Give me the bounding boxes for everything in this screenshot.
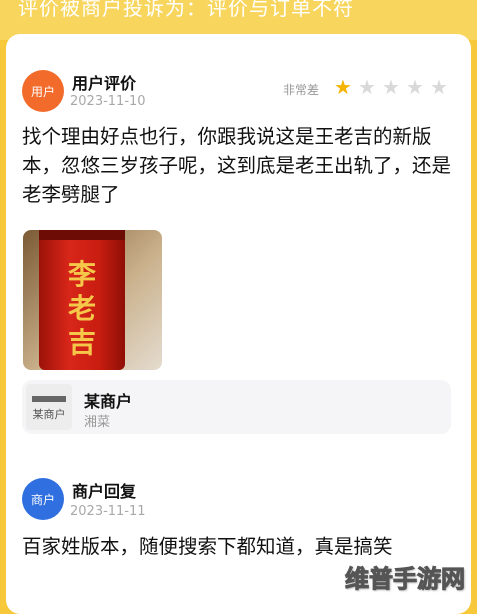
storefront-roof	[32, 396, 66, 402]
star-icon: ★	[358, 75, 376, 99]
reply-title: 商户回复	[72, 482, 137, 501]
banner-text: 评价被商户投诉为：评价与订单不符	[18, 0, 354, 20]
can-brand-text: 李老吉	[67, 258, 96, 359]
review-card: 用户 用户评价 2023-11-10 非常差 ★ ★ ★ ★ ★ 找个理由好点也行，你跟…	[6, 34, 471, 614]
merchant-card[interactable]: 某商户 某商户 湘菜	[22, 380, 451, 434]
star-icon: ★	[406, 75, 424, 99]
can-rim	[39, 230, 125, 240]
star-icon: ★	[430, 75, 448, 99]
user-avatar[interactable]: 用户	[22, 70, 64, 112]
storefront-icon: 某商户	[26, 384, 72, 430]
merchant-category: 湘菜	[84, 415, 111, 430]
star-icon: ★	[382, 75, 400, 99]
watermark: 维普手游网	[345, 565, 466, 594]
review-text: 找个理由好点也行，你跟我说这是王老吉的新版本，忽悠三岁孩子呢，这到底是老王出轨了…	[22, 125, 452, 206]
rating-label: 非常差	[283, 83, 320, 97]
merchant-avatar[interactable]: 商户	[22, 478, 64, 520]
reviewer-name[interactable]: 用户评价	[72, 70, 136, 94]
reply-date: 2023-11-11	[70, 504, 146, 519]
review-date: 2023-11-10	[70, 94, 146, 109]
review-photo[interactable]: 李老吉	[23, 230, 162, 370]
star-icon: ★	[334, 75, 352, 99]
merchant-name: 某商户	[84, 392, 133, 411]
storefront-label: 某商户	[32, 408, 66, 421]
star-rating: ★ ★ ★ ★ ★	[332, 76, 450, 98]
reply-text: 百家姓版本，随便搜索下都知道，真是搞笑	[22, 535, 393, 558]
